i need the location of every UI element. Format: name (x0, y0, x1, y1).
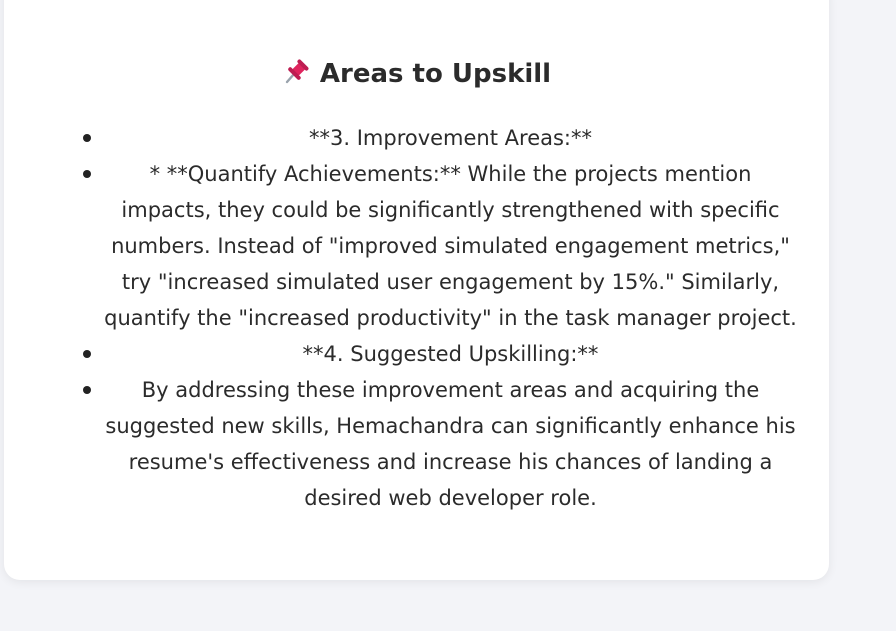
list-item: By addressing these improvement areas an… (83, 372, 797, 516)
bullet-icon (83, 134, 91, 142)
list-item-text: **4. Suggested Upskilling:** (302, 342, 599, 366)
bullet-icon (83, 170, 91, 178)
list-item: * **Quantify Achievements:** While the p… (83, 156, 797, 336)
upskill-list: **3. Improvement Areas:** * **Quantify A… (83, 120, 797, 516)
section-heading: Areas to Upskill (4, 58, 829, 90)
list-item-text: **3. Improvement Areas:** (309, 126, 592, 150)
list-item-text: * **Quantify Achievements:** While the p… (104, 162, 797, 330)
upskill-card: Areas to Upskill **3. Improvement Areas:… (4, 0, 829, 580)
list-item: **3. Improvement Areas:** (83, 120, 797, 156)
bullet-icon (83, 386, 91, 394)
list-item: **4. Suggested Upskilling:** (83, 336, 797, 372)
pushpin-icon (282, 58, 310, 86)
bullet-icon (83, 350, 91, 358)
section-title: Areas to Upskill (319, 59, 552, 89)
list-item-text: By addressing these improvement areas an… (105, 378, 796, 510)
